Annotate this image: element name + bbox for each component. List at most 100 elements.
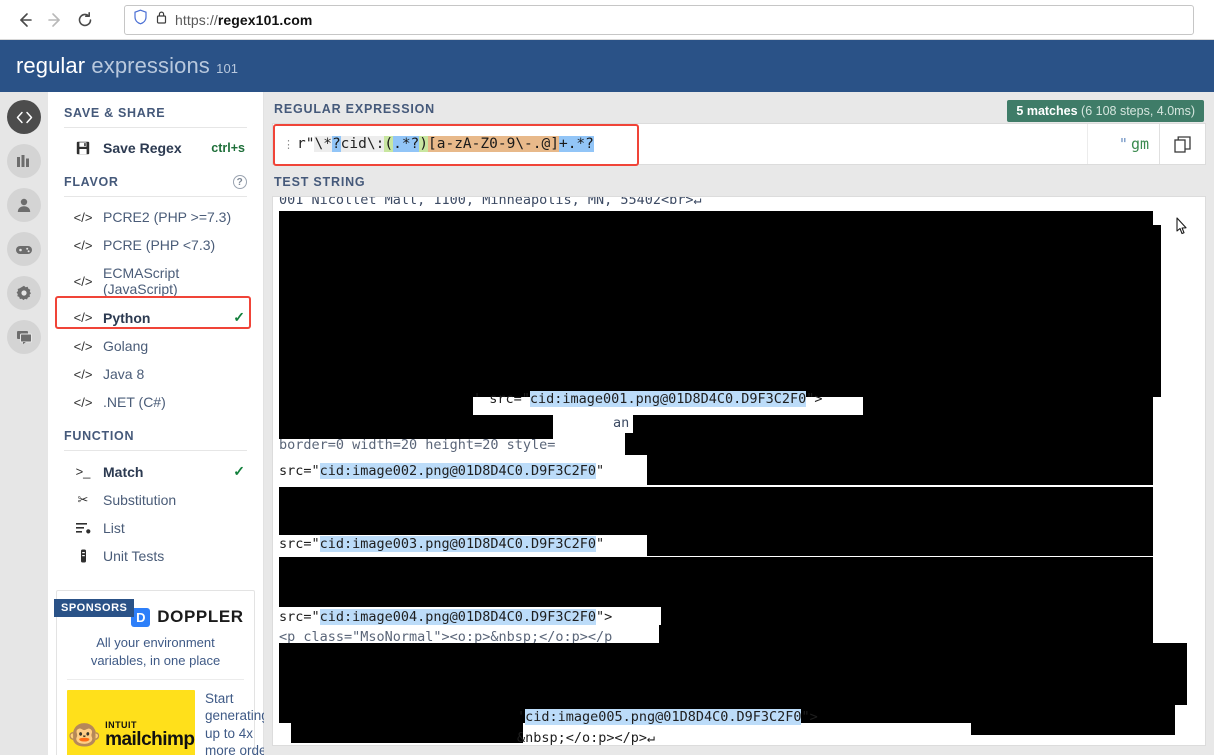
doppler-tagline: All your environment variables, in one p… [67, 629, 244, 681]
app-header: regular expressions 101 [0, 40, 1214, 92]
test-string-editor[interactable]: 001 Nicollet Mall, 1100, Minneapolis, MN… [272, 196, 1206, 746]
reload-icon[interactable] [70, 5, 100, 35]
sidebar-item-function-list[interactable]: List [64, 514, 247, 542]
test-panel-label: TEST STRING [274, 175, 366, 189]
flavor-label: .NET (C#) [103, 394, 166, 410]
main-content: REGULAR EXPRESSION 5 matches (6 108 step… [264, 92, 1214, 755]
save-regex-label: Save Regex [103, 140, 182, 156]
line-suffix: "> [801, 709, 818, 725]
logo-part-expressions: expressions [85, 53, 210, 78]
terminal-icon: >_ [75, 464, 91, 479]
regex-highlight-box [273, 124, 639, 166]
match-highlight: cid:image003.png@01D8D4C0.D9F3C2F0 [319, 536, 596, 552]
logo-part-regular: regular [16, 53, 86, 78]
test-tube-icon [74, 549, 92, 563]
test-line-image004: src="cid:image004.png@01D8D4C0.D9F3C2F0"… [279, 609, 612, 625]
status-badge: 5 matches (6 108 steps, 4.0ms) [1007, 100, 1204, 122]
code-icon[interactable] [7, 100, 41, 134]
redaction-block [279, 211, 1153, 225]
address-bar[interactable]: https://regex101.com [124, 4, 1194, 35]
chat-icon[interactable] [7, 320, 41, 354]
line-suffix: "> [595, 609, 613, 625]
account-icon[interactable] [7, 188, 41, 222]
back-arrow-icon[interactable] [10, 5, 40, 35]
floppy-disk-icon [74, 141, 92, 155]
code-icon: </> [73, 366, 93, 382]
gamepad-icon[interactable] [7, 232, 41, 266]
app-body: SAVE & SHARE Save Regex ctrl+s FLAVOR ? … [0, 92, 1214, 755]
check-icon: ✓ [233, 309, 245, 325]
regex-flags[interactable]: " gm [1087, 124, 1159, 164]
flags-quote: " [1118, 135, 1128, 153]
test-line-image002: src="cid:image002.png@01D8D4C0.D9F3C2F0" [279, 463, 604, 479]
sidebar-item-flavor-python[interactable]: </> Python ✓ [64, 303, 247, 332]
shield-icon [133, 9, 148, 30]
line-prefix: src=" [279, 536, 320, 552]
doppler-name: DOPPLER [157, 607, 244, 626]
redaction-block [291, 705, 523, 743]
function-title: FUNCTION [64, 429, 135, 443]
left-sidebar: SAVE & SHARE Save Regex ctrl+s FLAVOR ? … [48, 92, 278, 755]
sidebar-item-flavor-java8[interactable]: </> Java 8 [64, 360, 247, 388]
url-text: https://regex101.com [175, 11, 313, 28]
test-line-image005: 'cid:image005.png@01D8D4C0.D9F3C2F0"> [517, 709, 818, 725]
test-line-top-partial: 001 Nicollet Mall, 1100, Minneapolis, MN… [279, 196, 702, 208]
line-prefix: src=" [279, 609, 320, 625]
sidebar-item-flavor-golang[interactable]: </> Golang [64, 332, 247, 360]
mailchimp-name: mailchimp [105, 729, 195, 751]
function-label: Match [103, 463, 144, 480]
redaction-block [625, 433, 1153, 455]
forward-arrow-icon[interactable] [40, 5, 70, 35]
copy-icon[interactable] [1159, 124, 1205, 164]
lock-icon [155, 10, 168, 30]
sidebar-item-function-substitution[interactable]: ✂ Substitution [64, 486, 247, 514]
test-line-partial-an: an [613, 415, 630, 431]
help-icon[interactable]: ? [233, 175, 247, 189]
regex-input-row[interactable]: ⋮ r" \*? cid \:(. *?) [a-zA-Z0-9\-.@] + .*? " … [272, 123, 1206, 166]
test-line-border-partial: border=0 width=20 height=20 style= [279, 437, 556, 453]
test-string-scrollbar[interactable] [1197, 198, 1204, 745]
mailchimp-ad[interactable]: 🐵 INTUIT mailchimp Start generating up t… [67, 680, 278, 755]
sidebar-item-function-unit-tests[interactable]: Unit Tests [64, 542, 247, 570]
mouse-cursor [1174, 216, 1190, 243]
library-icon[interactable] [7, 144, 41, 178]
function-label: List [103, 520, 125, 536]
site-logo[interactable]: regular expressions 101 [16, 53, 238, 79]
function-label: Unit Tests [103, 548, 165, 564]
flavor-title: FLAVOR [64, 175, 119, 189]
line-suffix: "> [806, 391, 823, 407]
sidebar-menu: SAVE & SHARE Save Regex ctrl+s FLAVOR ? … [48, 92, 263, 578]
test-line-image001: ' src="cid:image001.png@01D8D4C0.D9F3C2F… [473, 391, 823, 407]
sidebar-item-function-match[interactable]: >_ Match ✓ [64, 457, 247, 486]
check-icon: ✓ [233, 463, 245, 479]
chimp-icon: 🐵 [67, 719, 102, 750]
redaction-block [279, 225, 1161, 397]
test-line-image003: src="cid:image003.png@01D8D4C0.D9F3C2F0" [279, 536, 604, 552]
sidebar-item-flavor-pcre2[interactable]: </> PCRE2 (PHP >=7.3) [64, 203, 247, 231]
match-highlight: cid:image004.png@01D8D4C0.D9F3C2F0 [319, 609, 596, 625]
match-count: 5 matches [1016, 104, 1078, 118]
redaction-block [647, 455, 1153, 485]
function-label: Substitution [103, 492, 177, 508]
match-highlight: cid:image002.png@01D8D4C0.D9F3C2F0 [319, 463, 596, 479]
sponsors-tag: SPONSORS [54, 599, 135, 617]
match-highlight: cid:image001.png@01D8D4C0.D9F3C2F0 [529, 391, 807, 407]
redaction-block [971, 705, 1175, 735]
save-share-title: SAVE & SHARE [64, 106, 166, 120]
sidebar-item-save-regex[interactable]: Save Regex ctrl+s [64, 134, 247, 162]
flavor-label: PCRE (PHP <7.3) [103, 237, 216, 253]
match-highlight: cid:image005.png@01D8D4C0.D9F3C2F0 [525, 709, 802, 725]
save-regex-shortcut: ctrl+s [211, 141, 245, 155]
gear-icon[interactable] [7, 276, 41, 310]
code-icon: </> [73, 310, 93, 325]
code-icon: </> [73, 237, 93, 253]
flags-value: gm [1130, 135, 1149, 153]
code-icon: </> [73, 273, 93, 289]
section-flavor: FLAVOR ? [64, 175, 247, 197]
line-suffix: " [595, 536, 605, 552]
sidebar-item-flavor-pcre[interactable]: </> PCRE (PHP <7.3) [64, 231, 247, 259]
sidebar-item-flavor-dotnet[interactable]: </> .NET (C#) [64, 388, 247, 416]
sidebar-item-flavor-ecmascript[interactable]: </> ECMAScript (JavaScript) [64, 259, 247, 303]
flavor-label: Python [103, 309, 151, 326]
redaction-block [647, 528, 1153, 556]
